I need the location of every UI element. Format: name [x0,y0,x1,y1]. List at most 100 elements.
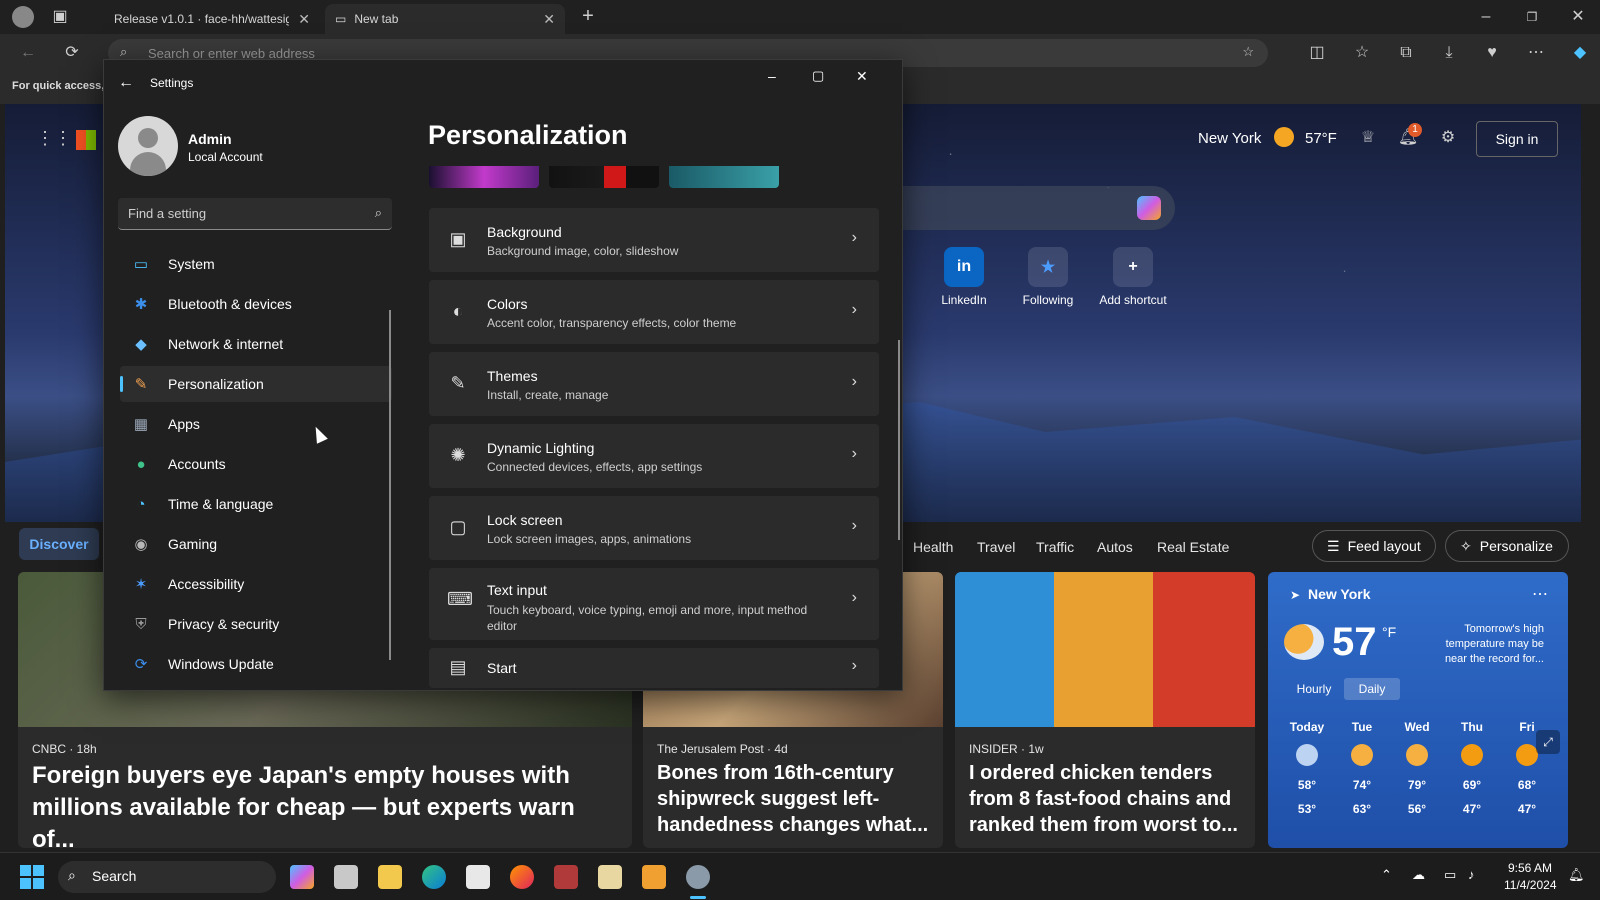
category-traffic[interactable]: Traffic [1036,539,1074,555]
tab-discover[interactable]: Discover [19,528,99,560]
copilot-icon[interactable] [1137,196,1161,220]
archive-app-icon[interactable] [554,865,578,889]
setting-row-start[interactable]: ▤ Start › [429,648,879,688]
nav-item-network-internet[interactable]: ◆ Network & internet [120,326,392,362]
card-title[interactable]: Bones from 16th-century shipwreck sugges… [657,760,929,838]
setting-row-colors[interactable]: ◐ Colors Accent color, transparency effect… [429,280,879,344]
settings-app-icon[interactable] [686,865,710,889]
maximize-icon[interactable]: ▢ [812,68,824,84]
sign-in-button[interactable]: Sign in [1476,121,1558,157]
firefox-icon[interactable] [510,865,534,889]
media-player-icon[interactable] [642,865,666,889]
clock-date[interactable]: 11/4/2024 [1504,878,1557,892]
category-autos[interactable]: Autos [1097,539,1133,555]
news-card[interactable]: INSIDER · 1w I ordered chicken tenders f… [955,572,1255,848]
favorites-icon[interactable]: ☆ [1350,43,1374,63]
feed-layout-button[interactable]: ☰ Feed layout [1312,530,1436,562]
setting-row-dynamic-lighting[interactable]: ✺ Dynamic Lighting Connected devices, effe… [429,424,879,488]
task-view-icon[interactable] [334,865,358,889]
find-setting-input[interactable]: Find a setting ⌕ [118,198,392,230]
back-arrow-icon[interactable]: ← [16,43,40,63]
theme-thumbnail[interactable] [549,166,659,188]
nav-item-personalization[interactable]: ✎ Personalization [120,366,392,402]
refresh-icon[interactable]: ⟳ [60,43,84,63]
shortcut-add[interactable]: + Add shortcut [1098,247,1168,307]
theme-thumbnail[interactable] [669,166,779,188]
rewards-trophy-icon[interactable]: ♕ [1356,128,1380,148]
tab-hourly[interactable]: Hourly [1286,678,1342,700]
microsoft-store-icon[interactable] [466,865,490,889]
collections-icon[interactable]: ⧉ [1394,43,1418,63]
shortcut-linkedin[interactable]: in LinkedIn [929,247,999,307]
web-search-box[interactable] [885,186,1175,230]
personalize-button[interactable]: ✧ Personalize [1445,530,1569,562]
nav-item-accessibility[interactable]: ✶ Accessibility [120,566,392,602]
theme-thumbnail[interactable] [429,166,539,188]
browser-essentials-icon[interactable]: ♥ [1480,43,1504,63]
weather-note[interactable]: Tomorrow's high temperature may be near … [1426,622,1544,667]
tab-daily[interactable]: Daily [1344,678,1400,700]
back-arrow-icon[interactable]: ← [118,74,134,92]
copilot-icon[interactable]: ◆ [1568,43,1592,63]
nav-item-accounts[interactable]: ● Accounts [120,446,392,482]
content-scrollbar[interactable] [898,340,900,540]
card-title[interactable]: Foreign buyers eye Japan's empty houses … [32,760,618,848]
forecast-day[interactable]: Wed 79° 56° [1392,720,1442,816]
category-travel[interactable]: Travel [977,539,1015,555]
setting-row-text-input[interactable]: ⌨ Text input Touch keyboard, voice typing,… [429,568,879,640]
network-icon[interactable]: ▭ [1444,867,1456,883]
setting-row-themes[interactable]: ✎ Themes Install, create, manage › [429,352,879,416]
close-tab-icon[interactable]: ✕ [298,11,310,28]
downloads-icon[interactable]: ⤓ [1437,43,1461,63]
taskbar-search[interactable]: ⌕ Search [58,861,276,893]
more-options-icon[interactable]: ⋯ [1532,584,1548,604]
file-explorer-icon[interactable] [378,865,402,889]
copilot-app-icon[interactable] [290,865,314,889]
edge-browser-icon[interactable] [422,865,446,889]
more-options-icon[interactable]: ⋯ [1524,43,1548,63]
header-temperature[interactable]: 57°F [1305,130,1337,147]
location-label[interactable]: New York [1198,130,1261,147]
new-tab-plus-icon[interactable]: + [576,6,600,26]
tab-release[interactable]: Release v1.0.1 · face-hh/wattesigr ✕ [104,4,320,34]
close-window-icon[interactable]: ✕ [1566,7,1590,27]
close-tab-icon[interactable]: ✕ [543,11,555,28]
volume-icon[interactable]: ♪ [1468,867,1475,882]
nav-item-windows-update[interactable]: ⟳ Windows Update [120,646,392,682]
chevron-up-icon[interactable]: ⌃ [1381,867,1392,883]
weather-city[interactable]: New York [1308,586,1371,602]
minimize-icon[interactable]: – [768,68,776,84]
nav-item-bluetooth-devices[interactable]: ✱ Bluetooth & devices [120,286,392,322]
forecast-day[interactable]: Thu 69° 47° [1447,720,1497,816]
nav-item-privacy-security[interactable]: ⛨ Privacy & security [120,606,392,642]
settings-gear-icon[interactable]: ⚙ [1436,128,1460,148]
nav-item-time-language[interactable]: ◔ Time & language [120,486,392,522]
profile-avatar[interactable] [12,6,34,28]
tab-actions-icon[interactable]: ▣ [48,7,72,27]
microsoft-logo-icon[interactable] [76,130,96,150]
restore-window-icon[interactable]: ❐ [1520,7,1544,27]
start-windows-icon[interactable] [20,865,44,889]
category-real-estate[interactable]: Real Estate [1157,539,1229,555]
forecast-day[interactable]: Today 58° 53° [1282,720,1332,816]
category-health[interactable]: Health [913,539,953,555]
nav-item-gaming[interactable]: ◉ Gaming [120,526,392,562]
nav-scrollbar[interactable] [389,310,391,660]
minimize-window-icon[interactable]: – [1474,7,1498,27]
apps-grid-icon[interactable]: ⋮⋮ [36,128,72,148]
nav-item-apps[interactable]: ▦ Apps [120,406,392,442]
shortcut-following[interactable]: ★ Following [1013,247,1083,307]
card-title[interactable]: I ordered chicken tenders from 8 fast-fo… [969,760,1241,838]
onedrive-icon[interactable]: ☁ [1412,867,1425,883]
favorite-star-icon[interactable]: ☆ [1242,44,1254,60]
expand-icon[interactable]: ⤢ [1536,730,1560,754]
setting-row-lock-screen[interactable]: ▢ Lock screen Lock screen images, apps, an… [429,496,879,560]
avatar[interactable] [118,116,178,176]
tab-new-tab[interactable]: ▭ New tab ✕ [325,4,565,34]
split-screen-icon[interactable]: ◫ [1305,43,1329,63]
weather-card[interactable]: ➤ New York ⋯ 57 °F Tomorrow's high tempe… [1268,572,1568,848]
notepad-app-icon[interactable] [598,865,622,889]
close-icon[interactable]: ✕ [856,68,868,85]
notification-center-icon[interactable]: 🔔︎ [1568,867,1585,883]
clock-time[interactable]: 9:56 AM [1508,861,1552,875]
